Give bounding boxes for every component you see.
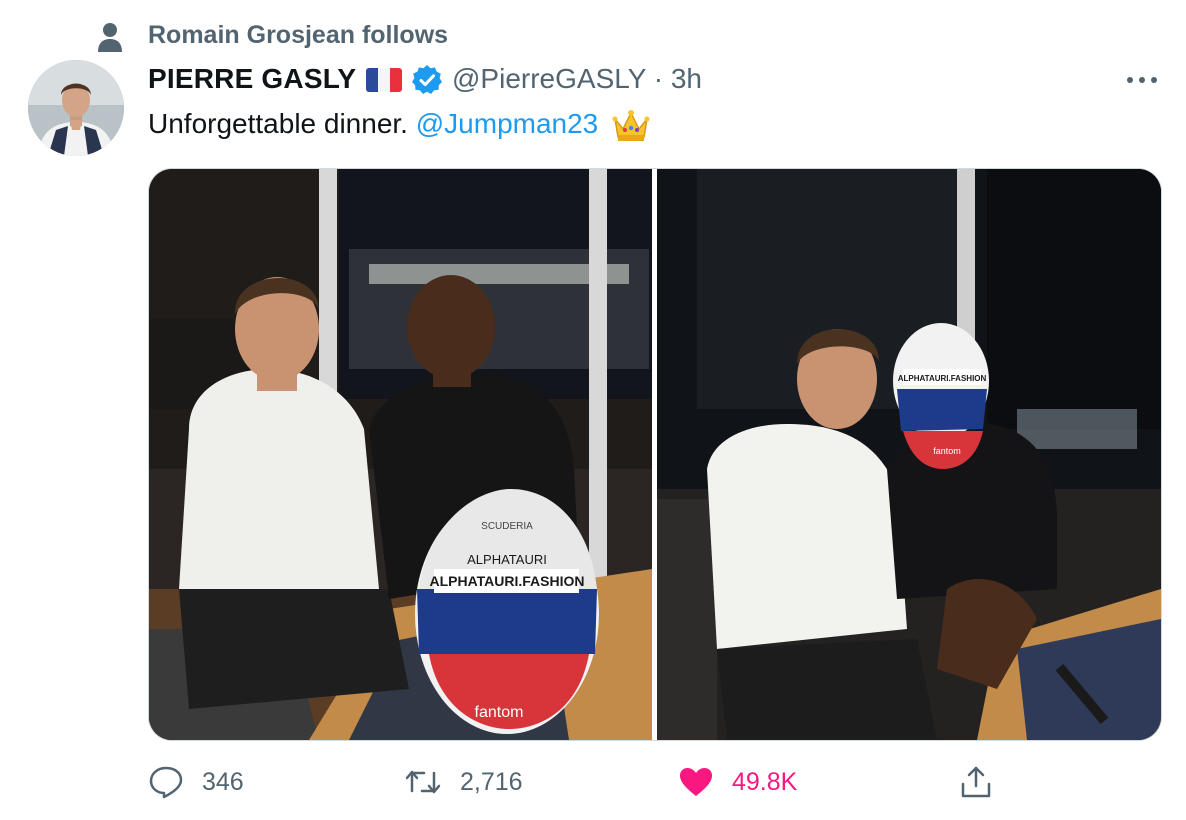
tweet-text-body: Unforgettable dinner. <box>148 108 408 139</box>
svg-text:fantom: fantom <box>933 446 961 456</box>
like-action[interactable]: 49.8K <box>678 760 797 804</box>
separator-dot: · <box>653 63 664 94</box>
share-action[interactable] <box>958 760 994 804</box>
author-name[interactable]: PIERRE GASLY <box>148 62 356 96</box>
reply-action[interactable]: 346 <box>148 760 244 804</box>
author-handle[interactable]: @PierreGASLY <box>452 63 646 94</box>
retweet-action[interactable]: 2,716 <box>404 760 523 804</box>
author-handle-and-time: @PierreGASLY · 3h <box>452 62 702 96</box>
svg-text:ALPHATAURI.FASHION: ALPHATAURI.FASHION <box>429 573 584 589</box>
avatar[interactable] <box>28 60 124 156</box>
tweet-text: Unforgettable dinner. @Jumpman23 <box>148 106 650 143</box>
more-options-icon[interactable] <box>1124 68 1160 92</box>
share-icon <box>961 766 991 798</box>
photo-right[interactable]: ALPHATAURI.FASHION fantom <box>657 169 1161 740</box>
svg-text:SCUDERIA: SCUDERIA <box>481 521 533 532</box>
reply-icon <box>149 766 183 799</box>
tweet-time[interactable]: 3h <box>671 63 702 94</box>
social-context-text[interactable]: Romain Grosjean follows <box>148 20 448 50</box>
media-grid: ALPHATAURI.FASHION SCUDERIA ALPHATAURI f… <box>148 168 1162 741</box>
svg-text:ALPHATAURI.FASHION: ALPHATAURI.FASHION <box>898 374 987 383</box>
heart-icon <box>680 768 712 796</box>
retweet-count: 2,716 <box>460 767 523 796</box>
person-icon <box>98 23 122 52</box>
retweet-icon <box>405 770 441 794</box>
like-count: 49.8K <box>732 767 798 796</box>
svg-text:fantom: fantom <box>475 704 524 721</box>
french-flag-icon <box>366 68 402 92</box>
mention-link[interactable]: @Jumpman23 <box>416 108 599 139</box>
reply-count: 346 <box>202 767 244 796</box>
svg-text:ALPHATAURI: ALPHATAURI <box>467 552 547 567</box>
crown-emoji-icon <box>612 109 650 141</box>
verified-badge-icon <box>412 65 442 94</box>
photo-left[interactable]: ALPHATAURI.FASHION SCUDERIA ALPHATAURI f… <box>149 169 652 740</box>
